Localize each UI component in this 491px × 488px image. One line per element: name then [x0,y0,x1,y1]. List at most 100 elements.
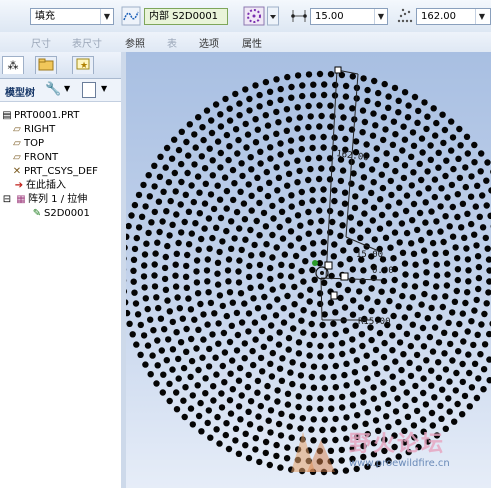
hole [230,196,237,204]
hole [330,373,337,381]
hole [222,95,229,103]
hole [295,339,303,346]
folder-browser-tab[interactable] [35,56,57,74]
drag-handle[interactable] [334,66,342,74]
hole [456,174,464,182]
curve-icon[interactable] [121,6,141,26]
hole [188,182,195,189]
hole [412,261,419,268]
pattern-center-icon[interactable] [243,6,265,26]
tab-references[interactable]: 参照 [125,35,145,50]
collapse-icon[interactable]: ⊟ [0,193,14,207]
hole [358,331,366,338]
hole [403,192,411,199]
hole [135,224,143,231]
tree-item-part[interactable]: ▤ PRT0001.PRT [0,109,79,123]
hole [192,144,199,151]
hole [320,186,327,193]
hole [328,405,335,412]
spacing-input[interactable]: 15.00 ▼ [310,8,388,25]
tree-item-insert-here[interactable]: ➔ 在此插入 [12,179,66,193]
sketch-reference-field[interactable]: 内部 S2D0001 [144,8,228,25]
hole [198,428,205,435]
hole [372,122,379,129]
tab-table[interactable]: 表 [167,35,177,50]
tree-item-csys[interactable]: ✕ PRT_CSYS_DEF [10,165,98,179]
tab-options[interactable]: 选项 [199,35,219,50]
fill-type-select[interactable]: 填充 ▼ [30,8,114,25]
hole [437,402,444,410]
hole [275,119,282,126]
hole [461,234,468,241]
tab-dimensions[interactable]: 尺寸 [31,35,51,50]
tree-settings-icon[interactable]: 🔧 [45,82,61,97]
tab-properties[interactable]: 属性 [242,35,262,50]
hole [219,302,226,310]
hole [415,107,422,115]
tree-item-front[interactable]: ▱ FRONT [10,151,58,165]
hole [279,355,286,362]
hole [422,199,429,206]
hole [195,246,202,253]
hole [238,246,245,254]
hole [463,245,470,252]
hole [445,319,452,326]
chevron-down-icon[interactable]: ▼ [64,84,70,93]
hole [402,207,410,215]
hole [131,245,139,253]
hole [428,304,435,312]
hole [401,282,408,289]
hole [402,402,409,410]
tree-item-sketch[interactable]: ✎ S2D0001 [30,207,90,221]
hole [199,354,206,361]
hole [204,419,211,427]
hole [208,129,216,137]
hole [240,200,248,207]
hole [321,384,329,392]
sketch-icon: ✎ [32,208,42,219]
hole [141,262,148,269]
hole [192,220,199,227]
hole [418,135,426,142]
hole [456,320,463,328]
hole [235,403,243,410]
drag-handle[interactable] [330,291,338,300]
hole [217,164,224,171]
hole [226,105,233,112]
hole [332,81,339,89]
hole [315,154,323,162]
graphics-window[interactable]: 162.00 15.00 0.00 R15.00 野火论坛 www.proewi… [126,52,491,488]
tree-item-pattern[interactable]: ⊟ ▦ 阵列 1 / 拉伸 [0,193,87,207]
hole [349,336,356,343]
angle-input[interactable]: 162.00 ▼ [416,8,491,25]
hole [401,162,409,169]
hole [480,386,487,393]
hole [444,271,451,278]
drag-handle[interactable] [340,272,349,281]
hole [392,211,399,218]
center-options-dropdown[interactable] [267,6,279,26]
show-menu-icon[interactable] [82,82,96,98]
model-tree-tab[interactable]: ⁂ [2,56,24,74]
hole [295,393,302,400]
hole [396,199,403,206]
tab-table-dimensions[interactable]: 表尺寸 [72,35,102,50]
hole [332,362,339,370]
hole [169,346,177,353]
hole [232,437,239,444]
hole [165,336,172,343]
tree-item-top[interactable]: ▱ TOP [10,137,44,151]
chevron-down-icon[interactable]: ▼ [101,84,107,93]
hole [166,308,173,315]
hole [233,347,241,354]
hole [206,245,213,252]
tree-item-right[interactable]: ▱ RIGHT [10,123,55,137]
hole [316,207,323,214]
favorites-tab[interactable]: ★ [72,56,94,74]
hole [154,337,161,344]
hole [398,220,406,227]
hole [343,382,350,389]
hole [257,283,265,290]
hole [423,357,430,364]
hole [217,123,225,130]
